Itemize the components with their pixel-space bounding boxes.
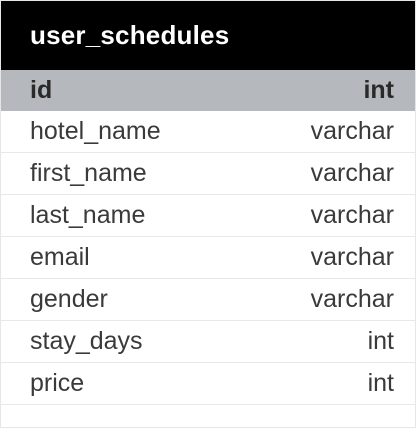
table-header: user_schedules [1,1,415,70]
column-row: first_name varchar [1,153,415,195]
primary-key-name: id [30,76,53,104]
column-name: price [30,369,85,397]
column-name: stay_days [30,327,143,355]
column-type: int [367,327,394,355]
column-type: varchar [310,117,394,145]
column-row: last_name varchar [1,195,415,237]
column-row: stay_days int [1,321,415,363]
column-row: email varchar [1,237,415,279]
column-row: gender varchar [1,279,415,321]
column-row: hotel_name varchar [1,111,415,153]
column-type: varchar [310,285,394,313]
column-type: int [367,369,394,397]
table-card: user_schedules id int hotel_name varchar… [0,0,416,428]
table-title: user_schedules [30,20,230,50]
column-name: gender [30,285,108,313]
column-type: varchar [310,243,394,271]
column-name: last_name [30,201,146,229]
column-type: varchar [310,201,394,229]
column-name: email [30,243,90,271]
primary-key-row: id int [1,70,415,111]
primary-key-type: int [363,76,394,104]
column-name: first_name [30,159,147,187]
column-row: price int [1,363,415,405]
column-type: varchar [310,159,394,187]
column-name: hotel_name [30,117,161,145]
